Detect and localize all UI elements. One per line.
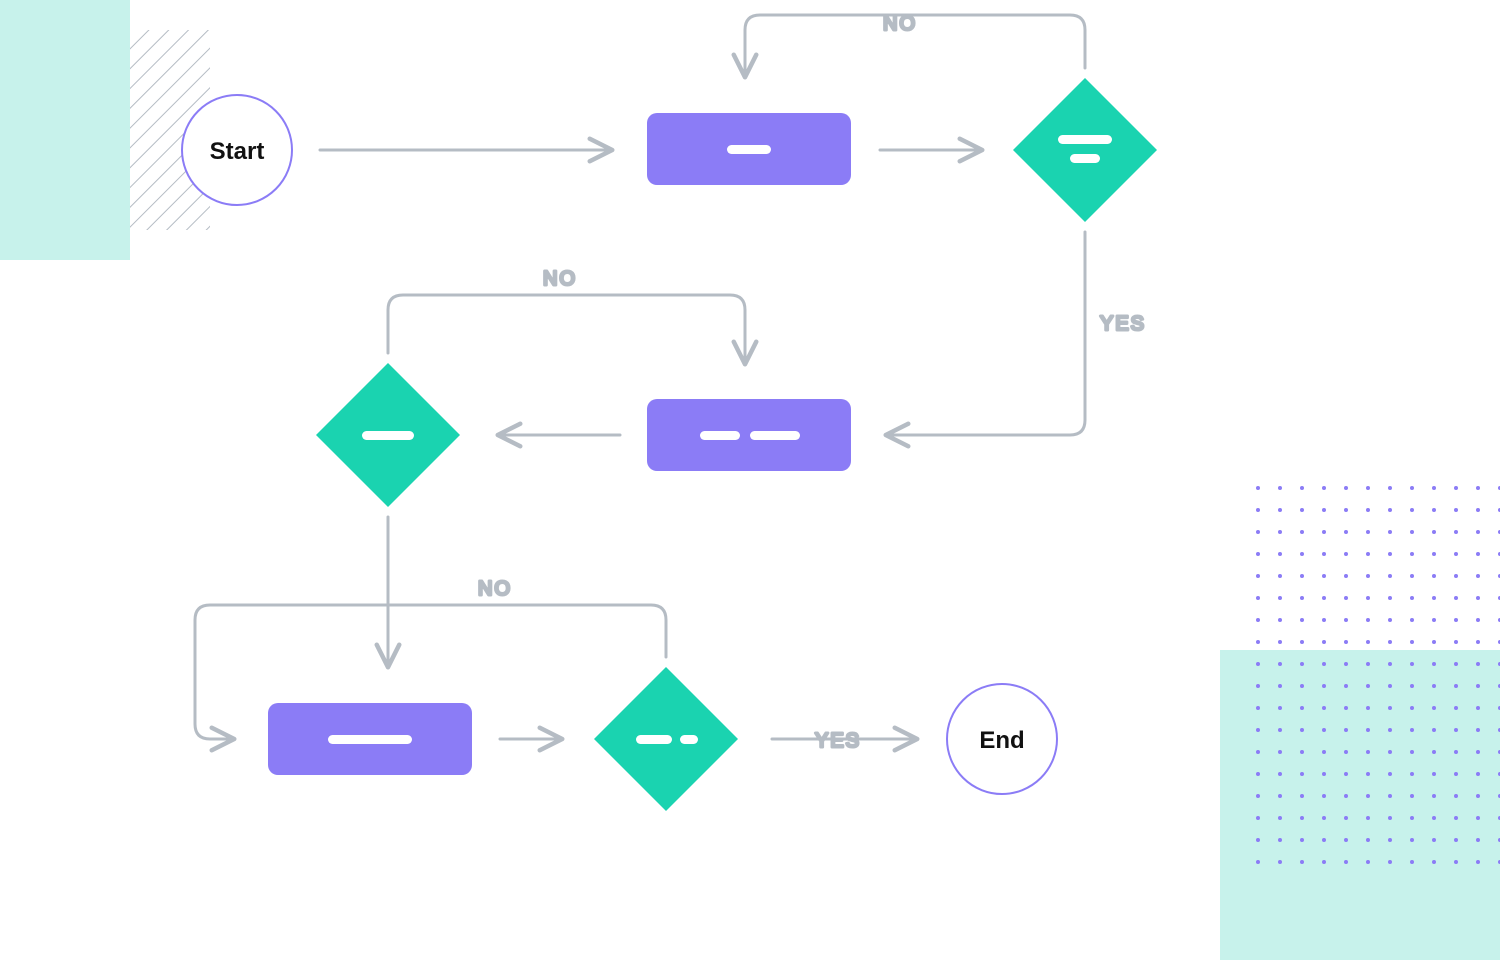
placeholder-bar-icon bbox=[636, 735, 672, 744]
placeholder-bar-icon bbox=[1070, 154, 1100, 163]
node-start-label: Start bbox=[210, 138, 265, 165]
placeholder-bar-icon bbox=[680, 735, 698, 744]
node-end: End bbox=[947, 684, 1057, 794]
edge-decision3-yes-label: YES bbox=[815, 730, 861, 752]
node-end-label: End bbox=[979, 727, 1024, 754]
edge-decision1-no-label: NO bbox=[883, 13, 917, 35]
node-process3 bbox=[268, 703, 472, 775]
edge-decision1-yes-label: YES bbox=[1100, 313, 1146, 335]
mint-block-top-left bbox=[0, 0, 130, 260]
placeholder-bar-icon bbox=[750, 431, 800, 440]
node-process2 bbox=[647, 399, 851, 471]
placeholder-bar-icon bbox=[328, 735, 412, 744]
node-decision3 bbox=[594, 667, 738, 811]
edge-decision2-no-label: NO bbox=[543, 268, 577, 290]
flowchart-canvas: NO YES NO NO YES Start bbox=[0, 0, 1500, 960]
node-start: Start bbox=[182, 95, 292, 205]
placeholder-bar-icon bbox=[727, 145, 771, 154]
node-decision1 bbox=[1013, 78, 1157, 222]
node-process1 bbox=[647, 113, 851, 185]
placeholder-bar-icon bbox=[700, 431, 740, 440]
placeholder-bar-icon bbox=[1058, 135, 1112, 144]
dot-decoration-icon bbox=[1250, 470, 1500, 880]
edge-decision3-no-label: NO bbox=[478, 578, 512, 600]
node-decision2 bbox=[316, 363, 460, 507]
placeholder-bar-icon bbox=[362, 431, 414, 440]
edge-decision1-yes bbox=[888, 232, 1085, 435]
edge-decision2-no bbox=[388, 295, 745, 362]
